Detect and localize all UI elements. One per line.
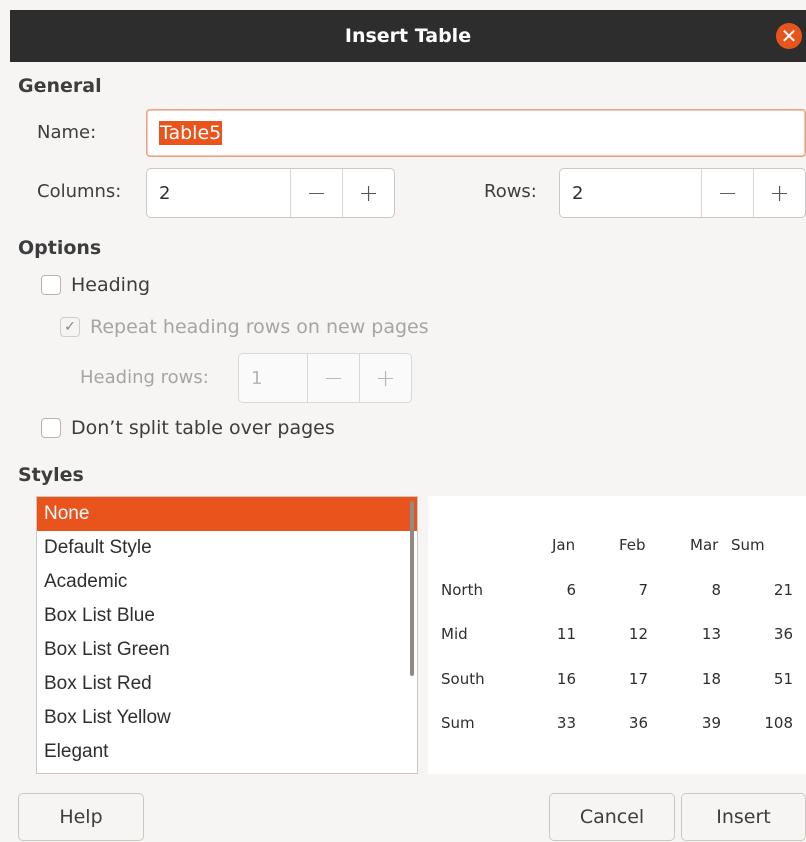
rows-value[interactable]: 2 xyxy=(560,169,701,217)
preview-cell: 16 xyxy=(556,670,576,688)
columns-spinbox[interactable]: 2 − + xyxy=(146,168,395,218)
columns-increment-button[interactable]: + xyxy=(342,169,394,217)
preview-cell: 21 xyxy=(773,581,793,599)
general-heading: General xyxy=(18,75,102,97)
help-button[interactable]: Help xyxy=(18,793,144,841)
preview-cell: 11 xyxy=(556,625,576,643)
cancel-button[interactable]: Cancel xyxy=(549,793,675,841)
preview-cell: 18 xyxy=(701,670,721,688)
preview-row-label: Mid xyxy=(441,625,468,643)
checkmark-icon: ✓ xyxy=(64,319,76,335)
close-button[interactable]: ✕ xyxy=(776,23,802,49)
options-heading: Options xyxy=(18,237,102,259)
preview-cell: 7 xyxy=(638,581,648,599)
preview-cell: 13 xyxy=(701,625,721,643)
preview-cell: 36 xyxy=(628,714,648,732)
preview-cell: 39 xyxy=(701,714,721,732)
preview-row-label: North xyxy=(441,581,483,599)
columns-label: Columns: xyxy=(37,181,122,202)
repeat-heading-checkbox-row[interactable]: ✓ Repeat heading rows on new pages xyxy=(60,316,429,338)
styles-list[interactable]: None Default Style Academic Box List Blu… xyxy=(36,496,418,774)
name-input[interactable]: Table5 xyxy=(146,109,806,157)
styles-list-scrollbar[interactable] xyxy=(410,501,414,676)
dialog-title: Insert Table xyxy=(344,25,472,47)
preview-cell: 36 xyxy=(773,625,793,643)
styles-heading: Styles xyxy=(18,464,84,486)
heading-rows-decrement-button[interactable]: − xyxy=(307,354,359,402)
style-item-box-list-yellow[interactable]: Box List Yellow xyxy=(37,701,417,735)
style-item-none[interactable]: None xyxy=(37,497,417,531)
columns-decrement-button[interactable]: − xyxy=(290,169,342,217)
preview-header: Sum xyxy=(731,536,765,554)
close-icon: ✕ xyxy=(780,24,798,48)
preview-header: Feb xyxy=(619,536,646,554)
minus-icon: − xyxy=(717,179,738,207)
style-item-box-list-red[interactable]: Box List Red xyxy=(37,667,417,701)
rows-increment-button[interactable]: + xyxy=(753,169,805,217)
minus-icon: − xyxy=(306,179,327,207)
preview-header: Jan xyxy=(552,536,576,554)
preview-header: Mar xyxy=(690,536,719,554)
table-preview: Jan Feb Mar Sum North 6 7 8 21 Mid 11 12… xyxy=(428,496,806,774)
preview-cell: 33 xyxy=(556,714,576,732)
style-item-box-list-blue[interactable]: Box List Blue xyxy=(37,599,417,633)
insert-button[interactable]: Insert xyxy=(681,793,806,841)
style-item-box-list-green[interactable]: Box List Green xyxy=(37,633,417,667)
dont-split-checkbox[interactable] xyxy=(41,418,61,438)
preview-cell: 8 xyxy=(711,581,721,599)
style-item-default[interactable]: Default Style xyxy=(37,531,417,565)
plus-icon: + xyxy=(769,179,790,207)
dont-split-label: Don’t split table over pages xyxy=(71,417,335,439)
minus-icon: − xyxy=(323,364,344,392)
preview-row-label: Sum xyxy=(441,714,475,732)
heading-rows-increment-button[interactable]: + xyxy=(359,354,411,402)
plus-icon: + xyxy=(375,364,396,392)
heading-rows-label: Heading rows: xyxy=(80,367,209,388)
plus-icon: + xyxy=(358,179,379,207)
preview-cell: 17 xyxy=(628,670,648,688)
rows-decrement-button[interactable]: − xyxy=(701,169,753,217)
style-item-elegant[interactable]: Elegant xyxy=(37,735,417,769)
name-input-value: Table5 xyxy=(159,121,223,145)
preview-row-label: South xyxy=(441,670,485,688)
name-label: Name: xyxy=(37,122,97,143)
preview-cell: 51 xyxy=(773,670,793,688)
heading-rows-value[interactable]: 1 xyxy=(239,354,307,402)
rows-label: Rows: xyxy=(484,181,537,202)
repeat-heading-label: Repeat heading rows on new pages xyxy=(90,316,429,338)
preview-cell: 108 xyxy=(764,714,793,732)
heading-checkbox[interactable] xyxy=(41,275,61,295)
repeat-heading-checkbox[interactable]: ✓ xyxy=(60,317,80,337)
columns-value[interactable]: 2 xyxy=(147,169,290,217)
rows-spinbox[interactable]: 2 − + xyxy=(559,168,806,218)
heading-checkbox-row[interactable]: Heading xyxy=(41,274,150,296)
preview-cell: 12 xyxy=(628,625,648,643)
dont-split-checkbox-row[interactable]: Don’t split table over pages xyxy=(41,417,335,439)
style-item-academic[interactable]: Academic xyxy=(37,565,417,599)
preview-cell: 6 xyxy=(566,581,576,599)
heading-rows-spinbox[interactable]: 1 − + xyxy=(238,353,412,403)
heading-checkbox-label: Heading xyxy=(71,274,151,296)
dialog-titlebar: Insert Table ✕ xyxy=(10,10,806,62)
